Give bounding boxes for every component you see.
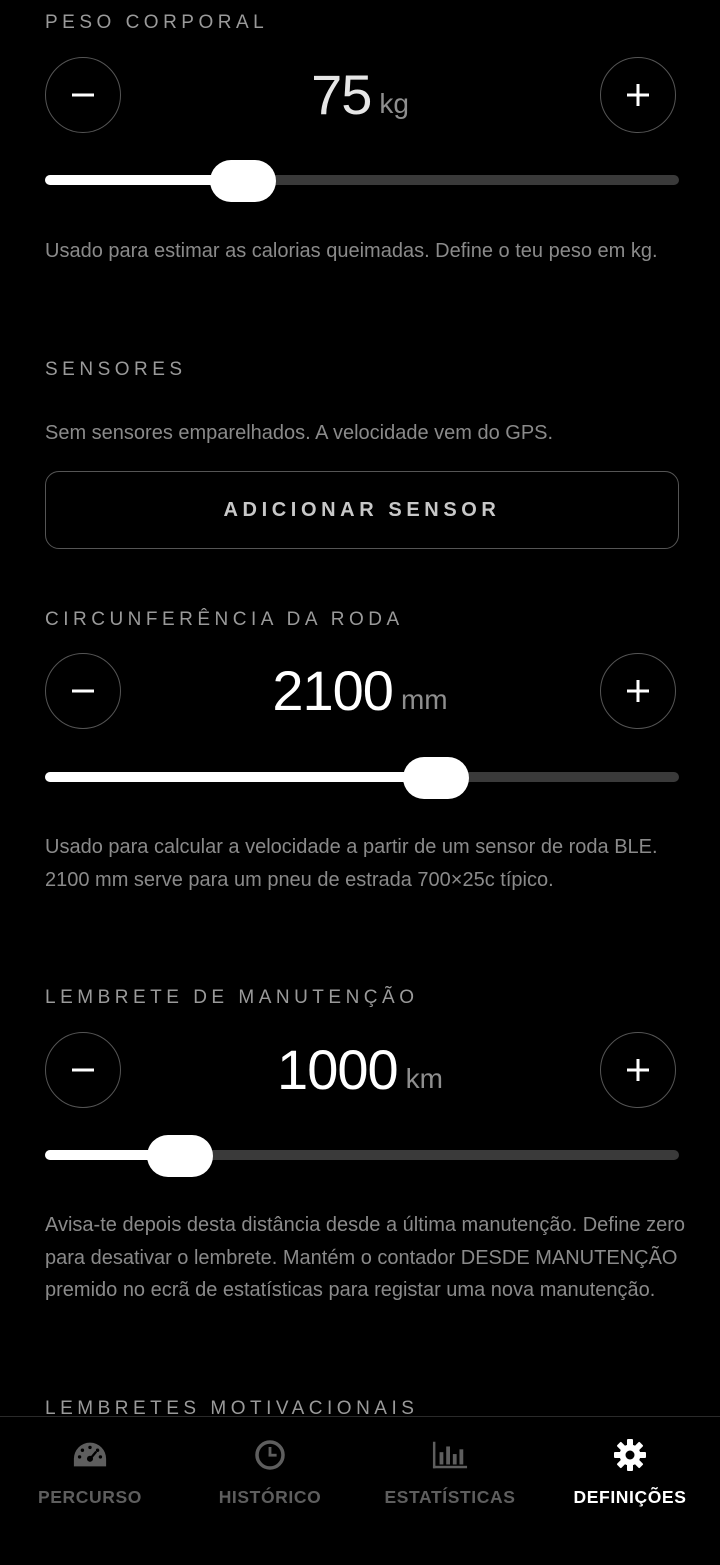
maintenance-value: 1000 [277, 1038, 399, 1101]
weight-value-display: 75 kg [130, 57, 590, 133]
wheel-slider[interactable] [45, 757, 679, 799]
maintenance-value-display: 1000 km [130, 1032, 590, 1108]
maintenance-slider-thumb[interactable] [147, 1135, 214, 1177]
maintenance-decrement-button[interactable] [45, 1032, 121, 1108]
plus-icon [627, 680, 649, 702]
clock-icon [252, 1437, 288, 1473]
minus-icon [72, 1068, 94, 1072]
weight-unit: kg [379, 88, 409, 119]
add-sensor-button[interactable]: ADICIONAR SENSOR [45, 471, 679, 549]
nav-label-definicoes: DEFINIÇÕES [573, 1487, 687, 1507]
nav-label-historico: HISTÓRICO [218, 1487, 322, 1507]
gear-icon [612, 1437, 648, 1473]
plus-icon [627, 84, 649, 106]
maintenance-increment-button[interactable] [600, 1032, 676, 1108]
maintenance-unit: km [405, 1063, 443, 1094]
wheel-slider-fill [45, 772, 436, 782]
maintenance-slider[interactable] [45, 1135, 679, 1177]
wheel-decrement-button[interactable] [45, 653, 121, 729]
speedometer-icon [72, 1437, 108, 1473]
weight-increment-button[interactable] [600, 57, 676, 133]
wheel-description: Usado para calcular a velocidade a parti… [45, 836, 658, 891]
nav-item-historico[interactable]: HISTÓRICO [180, 1417, 360, 1527]
sensors-section-title: SENSORES [45, 359, 187, 380]
bar-chart-icon [432, 1437, 468, 1473]
minus-icon [72, 689, 94, 693]
wheel-value-display: 2100 mm [130, 653, 590, 729]
weight-description: Usado para estimar as calorias queimadas… [45, 240, 658, 262]
wheel-value: 2100 [272, 659, 394, 722]
bottom-navigation: PERCURSO HISTÓRICO ESTATÍSTICAS DEFINIÇÕ… [0, 1416, 720, 1565]
minus-icon [72, 93, 94, 97]
plus-icon [627, 1059, 649, 1081]
wheel-section-title: CIRCUNFERÊNCIA DA RODA [45, 609, 404, 630]
weight-value: 75 [311, 63, 372, 126]
weight-slider[interactable] [45, 160, 679, 202]
nav-item-percurso[interactable]: PERCURSO [0, 1417, 180, 1527]
maintenance-description: Avisa-te depois desta distância desde a … [45, 1214, 686, 1301]
weight-decrement-button[interactable] [45, 57, 121, 133]
wheel-slider-thumb[interactable] [402, 757, 469, 799]
nav-item-estatisticas[interactable]: ESTATÍSTICAS [360, 1417, 540, 1527]
weight-slider-thumb[interactable] [209, 160, 276, 202]
weight-section-title: PESO CORPORAL [45, 12, 269, 33]
wheel-unit: mm [400, 684, 448, 715]
sensors-description: Sem sensores emparelhados. A velocidade … [45, 422, 554, 444]
nav-label-percurso: PERCURSO [38, 1487, 142, 1507]
wheel-increment-button[interactable] [600, 653, 676, 729]
nav-label-estatisticas: ESTATÍSTICAS [384, 1487, 516, 1507]
nav-item-definicoes[interactable]: DEFINIÇÕES [540, 1417, 720, 1527]
maintenance-section-title: LEMBRETE DE MANUTENÇÃO [45, 987, 419, 1008]
